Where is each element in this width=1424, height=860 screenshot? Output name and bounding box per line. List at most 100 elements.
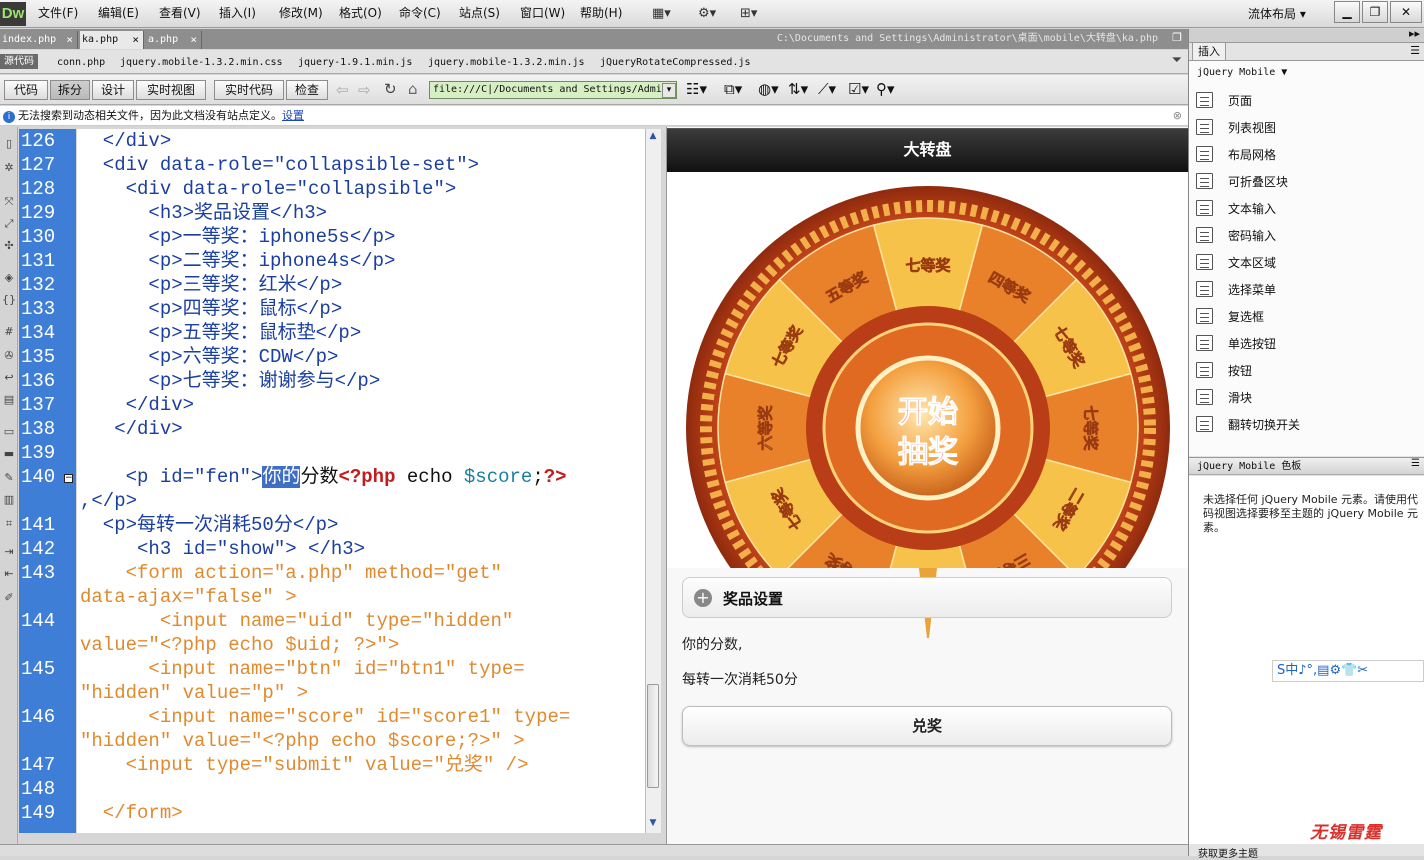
compatibility-icon[interactable]: ⚲▾ [876, 80, 895, 98]
code-line-wrap[interactable]: "hidden" value="<?php echo $score;?>" > [80, 729, 525, 753]
code-line[interactable]: </form> [80, 801, 183, 825]
inspect-button[interactable]: 检查 [286, 80, 328, 100]
back-icon[interactable]: ⇦ [336, 81, 349, 99]
panel-collapse-icon[interactable]: ▸▸ [1409, 27, 1420, 40]
apply-comment-icon[interactable]: ▭ [2, 425, 16, 439]
code-view-button[interactable]: 代码 [4, 80, 48, 100]
code-line[interactable]: <h3 id="show"> </h3> [80, 537, 365, 561]
visual-aids-icon[interactable]: ⟋▾ [818, 80, 836, 98]
menu-window[interactable]: 窗口(W) [520, 0, 565, 28]
home-icon[interactable]: ⌂ [408, 80, 418, 98]
code-line[interactable]: <p>六等奖：CDW</p> [80, 345, 338, 369]
gear-icon[interactable]: ⚙▾ [698, 5, 716, 23]
wrap-tag-icon[interactable]: ✎ [2, 471, 16, 485]
menu-format[interactable]: 格式(O) [339, 0, 382, 28]
layout-icon[interactable]: ▦▾ [652, 5, 671, 23]
tab-ka-php[interactable]: ka.php × [80, 31, 144, 49]
menu-insert[interactable]: 插入(I) [219, 0, 256, 28]
menu-view[interactable]: 查看(V) [159, 0, 201, 28]
scrollbar-thumb[interactable] [647, 684, 659, 788]
select-parent-tag-icon[interactable]: ◈ [2, 271, 16, 285]
design-view-button[interactable]: 设计 [92, 80, 134, 100]
code-line[interactable]: <p>七等奖：谢谢参与</p> [80, 369, 380, 393]
code-line[interactable]: <p id="fen">你的分数<?php echo $score;?> [80, 465, 567, 489]
tab-insert[interactable]: 插入 [1192, 42, 1226, 60]
menu-file[interactable]: 文件(F) [38, 0, 78, 28]
chevron-down-icon[interactable]: ▾ [662, 83, 676, 98]
menu-modify[interactable]: 修改(M) [279, 0, 323, 28]
tab-a-php[interactable]: a.php × [146, 31, 202, 49]
code-line[interactable]: <p>三等奖：红米</p> [80, 273, 342, 297]
close-icon[interactable]: × [132, 31, 139, 48]
minimize-button[interactable]: ▁ [1334, 1, 1360, 23]
code-line[interactable]: <p>一等奖：iphone5s</p> [80, 225, 395, 249]
move-css-icon[interactable]: ⌗ [2, 517, 16, 531]
tab-index-php[interactable]: index.php × [0, 31, 78, 49]
menu-help[interactable]: 帮助(H) [580, 0, 622, 28]
code-line[interactable]: <p>每转一次消耗50分</p> [80, 513, 339, 537]
forward-icon[interactable]: ⇨ [358, 81, 371, 99]
code-line[interactable]: <input name="uid" type="hidden" [80, 609, 513, 633]
source-code-button[interactable]: 源代码 [0, 54, 38, 69]
insert-item[interactable]: 密码输入 [1196, 223, 1416, 247]
panel-menu-icon[interactable]: ☰ [1411, 458, 1420, 469]
highlight-invalid-icon[interactable]: ✇ [2, 349, 16, 363]
code-line-wrap[interactable]: value="<?php echo $uid; ?>"> [80, 633, 399, 657]
code-line[interactable]: <p>四等奖：鼠标</p> [80, 297, 342, 321]
remove-comment-icon[interactable]: ▬ [2, 447, 16, 461]
multiscreen-icon[interactable]: ⧉▾ [724, 80, 742, 98]
scroll-up-icon[interactable]: ▲ [646, 131, 660, 145]
insert-item[interactable]: 列表视图 [1196, 115, 1416, 139]
open-documents-icon[interactable]: ▯ [2, 137, 16, 151]
insert-item[interactable]: 文本区域 [1196, 250, 1416, 274]
insert-item[interactable]: 选择菜单 [1196, 277, 1416, 301]
collapse-selection-icon[interactable]: ⤢ [2, 217, 16, 231]
related-file[interactable]: jquery.mobile-1.3.2.min.css [120, 55, 283, 70]
page-options-icon[interactable]: ☷▾ [686, 80, 707, 98]
code-line[interactable]: <div data-role="collapsible-set"> [80, 153, 479, 177]
close-icon[interactable]: ⊗ [1173, 106, 1182, 125]
menu-edit[interactable]: 编辑(E) [98, 0, 139, 28]
validate-icon[interactable]: ☑▾ [848, 80, 869, 98]
insert-category-select[interactable]: jQuery Mobile ▼ [1197, 67, 1287, 78]
filter-icon[interactable]: ⏷ [1172, 53, 1182, 68]
code-line-wrap[interactable]: "hidden" value="p" > [80, 681, 308, 705]
insert-item[interactable]: 翻转切换开关 [1196, 412, 1416, 436]
insert-item[interactable]: 文本输入 [1196, 196, 1416, 220]
code-line[interactable]: <h3>奖品设置</h3> [80, 201, 327, 225]
syntax-coloring-icon[interactable]: ▤ [2, 393, 16, 407]
collapse-marker-icon[interactable]: − [64, 474, 73, 483]
code-line[interactable]: <div data-role="collapsible"> [80, 177, 457, 201]
prize-settings-collapsible[interactable]: + 奖品设置 [682, 577, 1172, 618]
code-line-wrap[interactable]: data-ajax="false" > [80, 585, 297, 609]
code-line[interactable]: <form action="a.php" method="get" [80, 561, 502, 585]
refresh-icon[interactable]: ↻ [384, 80, 397, 98]
code-line[interactable]: </div> [80, 129, 171, 153]
close-icon[interactable]: × [190, 31, 197, 48]
address-field[interactable]: file:///C|/Documents and Settings/Admi [429, 81, 677, 99]
word-wrap-icon[interactable]: ↩ [2, 371, 16, 385]
restore-button[interactable]: ❐ [1362, 1, 1388, 23]
related-file[interactable]: jquery.mobile-1.3.2.min.js [428, 55, 585, 70]
live-code-button[interactable]: 实时代码 [214, 80, 284, 100]
insert-item[interactable]: 可折叠区块 [1196, 169, 1416, 193]
format-source-icon[interactable]: ✐ [2, 591, 16, 605]
indent-icon[interactable]: ⇥ [2, 545, 16, 559]
site-map-icon[interactable]: ⊞▾ [740, 5, 757, 23]
recent-snippets-icon[interactable]: ▥ [2, 493, 16, 507]
expand-all-icon[interactable]: ✣ [2, 239, 16, 253]
related-file[interactable]: jquery-1.9.1.min.js [298, 55, 412, 70]
live-view-button[interactable]: 实时视图 [136, 80, 206, 100]
insert-item[interactable]: 复选框 [1196, 304, 1416, 328]
code-line[interactable]: </div> [80, 417, 182, 441]
prize-wheel[interactable]: 七等奖四等奖七等奖七等奖二等奖三等奖七等奖一等奖七等奖六等奖七等奖五等奖 开始 … [667, 172, 1188, 568]
scroll-down-icon[interactable]: ▼ [646, 818, 660, 832]
collapse-tag-icon[interactable]: ⤧ [2, 195, 16, 209]
show-code-navigator-icon[interactable]: ✲ [2, 161, 16, 175]
code-line[interactable]: </div> [80, 393, 194, 417]
insert-item[interactable]: 单选按钮 [1196, 331, 1416, 355]
ime-toolbar[interactable]: S中♪°,▤⚙👕✂ [1272, 660, 1424, 682]
panel-menu-icon[interactable]: ☰ [1410, 44, 1420, 57]
insert-item[interactable]: 按钮 [1196, 358, 1416, 382]
workspace-layout-select[interactable]: 流体布局 ▾ [1248, 5, 1306, 23]
